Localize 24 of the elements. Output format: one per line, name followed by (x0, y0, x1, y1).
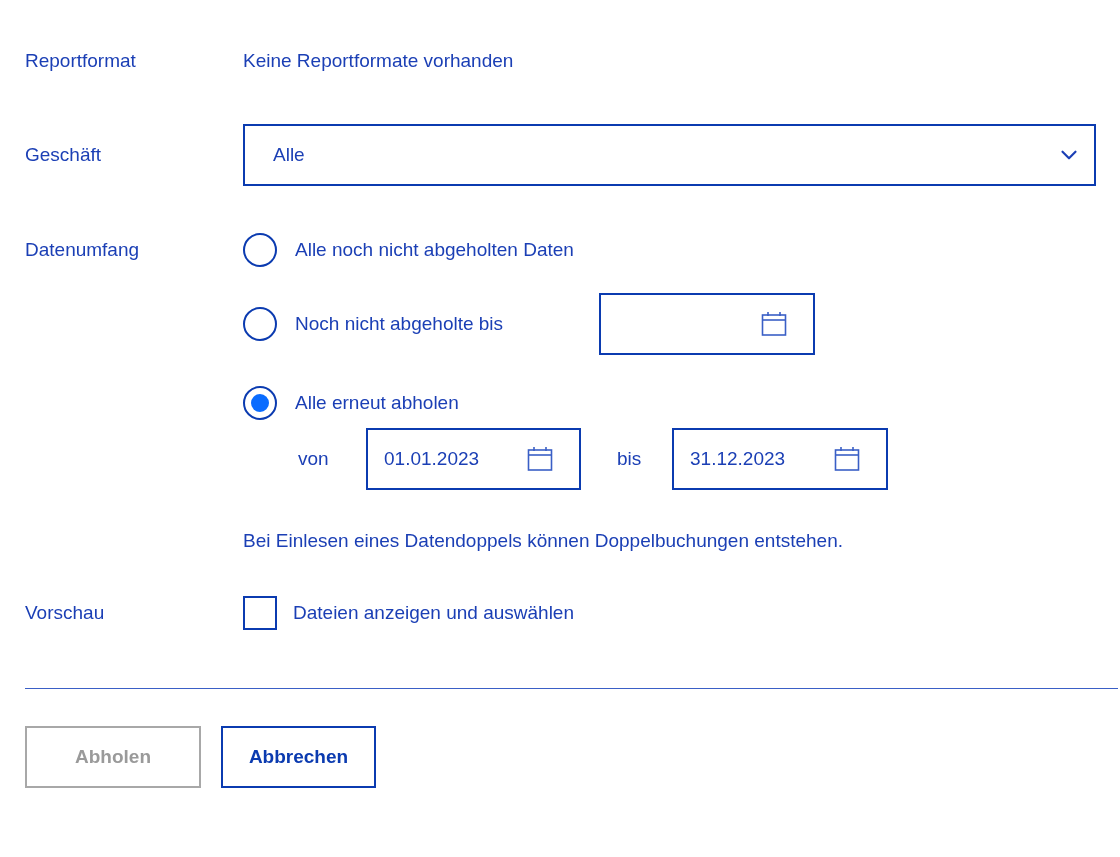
field-label: Datenumfang (25, 237, 140, 262)
field-value: Keine Reportformate vorhanden (243, 48, 514, 73)
from-label: von (298, 446, 330, 471)
calendar-icon[interactable] (527, 446, 553, 472)
date-field[interactable]: 31.12.2023 (672, 428, 888, 490)
field-label: Reportformat (25, 49, 136, 71)
warning-note: Bei Einlesen eines Datendoppels können Doppelbuchungen entstehen. (243, 528, 843, 553)
field-label: Geschäft (25, 143, 102, 165)
select-field[interactable]: Alle (243, 124, 1096, 186)
radio-label[interactable]: Alle noch nicht abgeholten Daten (295, 235, 574, 265)
field-label: Vorschau (25, 601, 105, 623)
radio-button[interactable] (243, 233, 277, 267)
to-label: bis (617, 446, 643, 471)
date-field[interactable]: 01.01.2023 (366, 428, 581, 490)
calendar-icon[interactable] (761, 311, 787, 337)
checkbox[interactable] (243, 596, 277, 630)
radio-label[interactable]: Alle erneut abholen (295, 388, 459, 418)
radio-button[interactable] (243, 307, 277, 341)
checkbox-label[interactable]: Dateien anzeigen und auswählen (293, 598, 574, 628)
date-field[interactable] (599, 293, 815, 355)
radio-label[interactable]: Noch nicht abgeholte bis (295, 309, 599, 339)
action-button[interactable]: Abbrechen (221, 726, 376, 788)
radio-button[interactable] (243, 386, 277, 420)
calendar-icon[interactable] (834, 446, 860, 472)
